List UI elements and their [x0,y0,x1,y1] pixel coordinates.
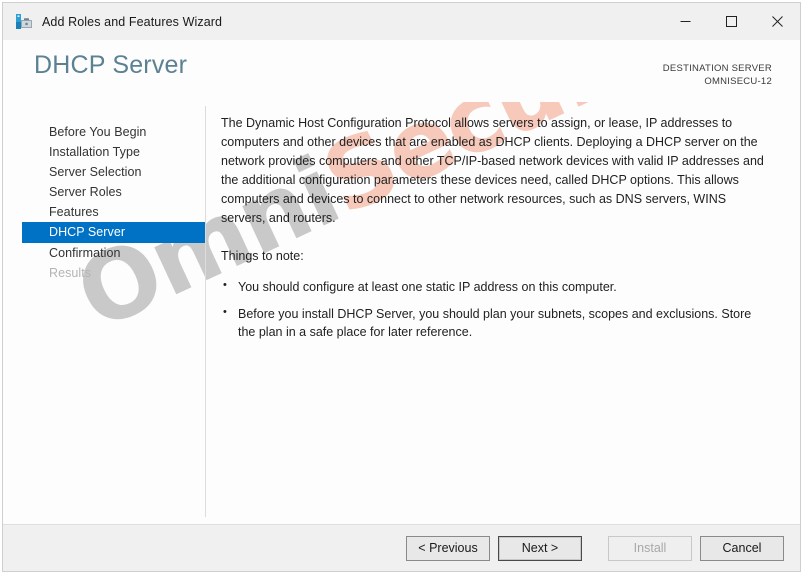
sidebar-item-before-you-begin[interactable]: Before You Begin [3,122,205,142]
next-button[interactable]: Next > [498,535,582,561]
destination-server-label: DESTINATION SERVER [662,63,772,74]
close-icon[interactable] [754,3,800,40]
previous-button[interactable]: < Previous [406,535,490,561]
server-manager-icon [15,13,33,31]
wizard-step-nav: Before You Begin Installation Type Serve… [3,122,205,283]
sidebar-item-dhcp-server[interactable]: DHCP Server [22,222,205,243]
wizard-body: OmniSecu.com Before You Begin Installati… [3,102,800,524]
footer-button-bar: < Previous Next > Install Cancel [2,524,801,572]
list-item: Before you install DHCP Server, you shou… [221,304,769,343]
intro-paragraph: The Dynamic Host Configuration Protocol … [221,116,764,225]
window-controls [662,3,800,40]
sidebar-item-installation-type[interactable]: Installation Type [3,142,205,162]
sidebar-divider [205,106,206,517]
destination-server-name: OMNISECU-12 [704,76,772,88]
page-title: DHCP Server [34,51,188,79]
cancel-button[interactable]: Cancel [700,535,784,561]
install-button: Install [608,535,692,561]
page-header: DHCP Server DESTINATION SERVER OMNISECU-… [3,40,800,102]
sidebar-item-results: Results [49,266,92,280]
sidebar-item-confirmation[interactable]: Confirmation [3,243,205,263]
sidebar-item-features[interactable]: Features [3,202,205,222]
sidebar-item-server-roles[interactable]: Server Roles [3,182,205,202]
main-content: The Dynamic Host Configuration Protocol … [221,114,769,350]
title-bar: Add Roles and Features Wizard [2,2,801,40]
notes-list: You should configure at least one static… [221,277,769,343]
list-item: You should configure at least one static… [221,277,769,297]
sidebar-item-server-selection[interactable]: Server Selection [3,162,205,182]
window-title: Add Roles and Features Wizard [42,14,223,29]
maximize-icon[interactable] [708,3,754,40]
wizard-window: Add Roles and Features Wizard DHCP Serve… [0,0,803,574]
destination-server-block: DESTINATION SERVER OMNISECU-12 [663,62,772,88]
notes-heading: Things to note: [221,249,304,263]
minimize-icon[interactable] [662,3,708,40]
